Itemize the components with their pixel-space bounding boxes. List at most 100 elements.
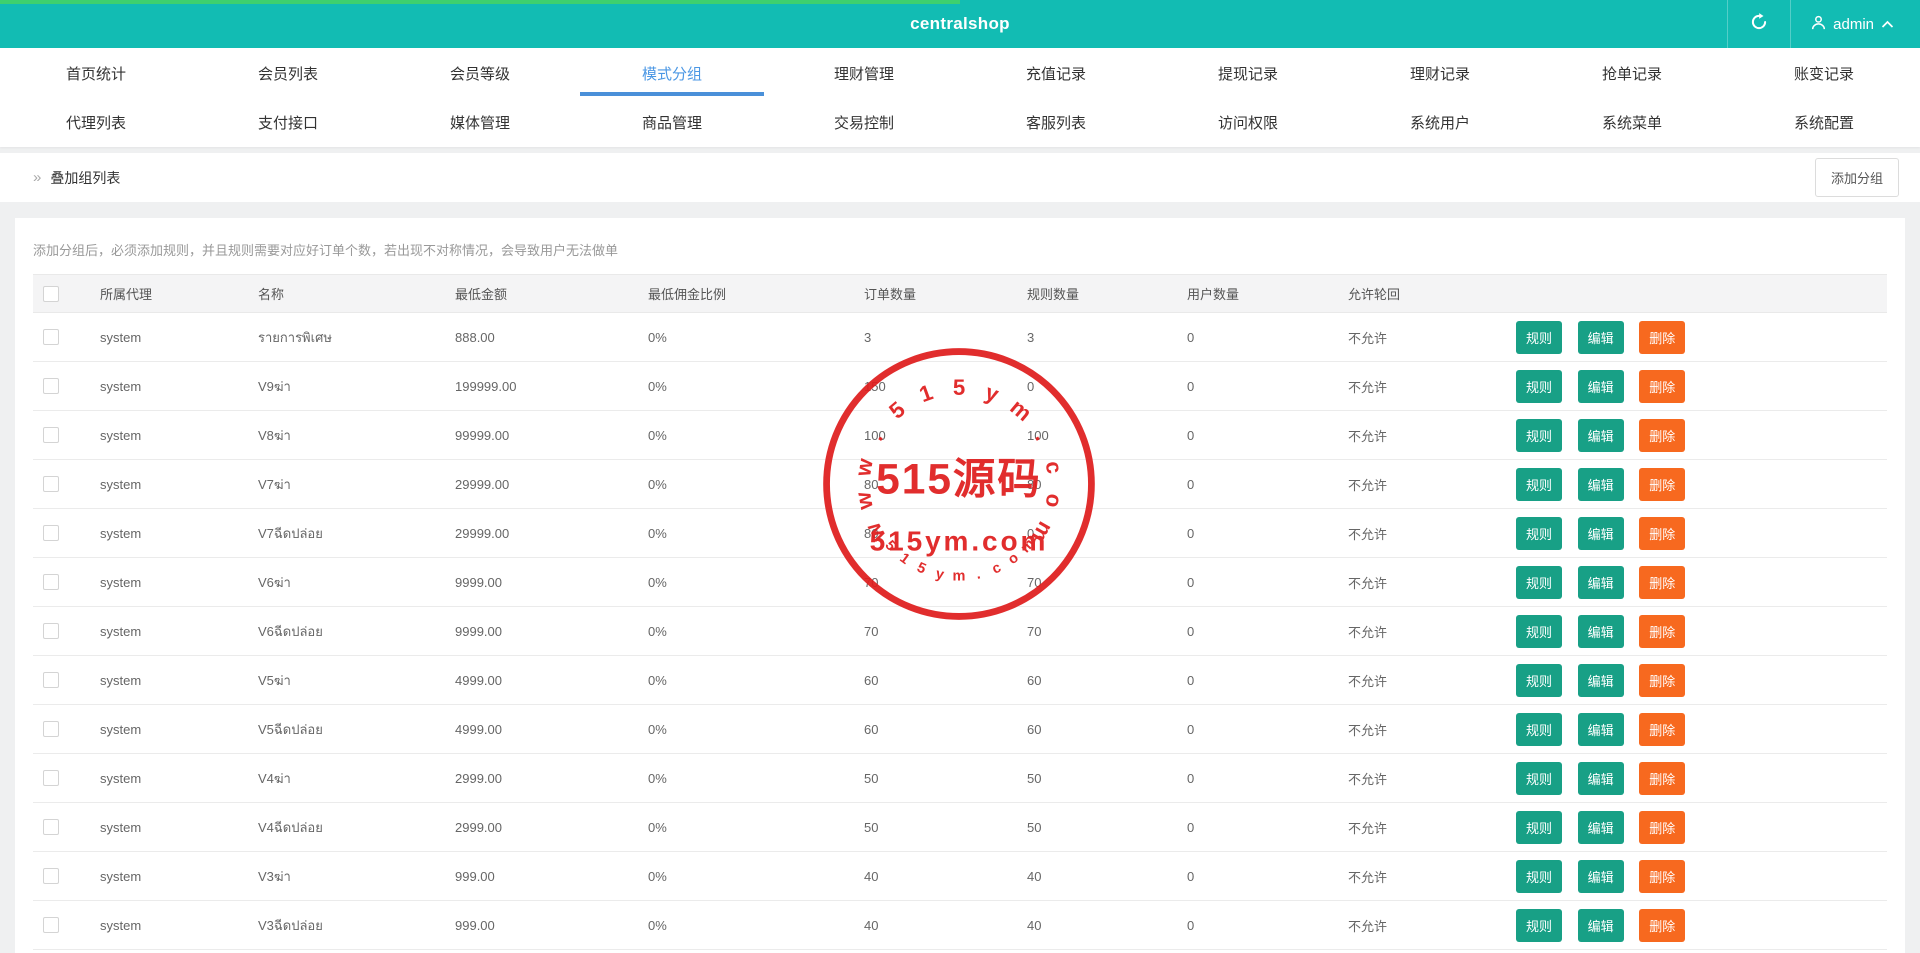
select-all-checkbox[interactable] [43,286,59,302]
cell-allow-cycle: 不允许 [1347,411,1504,460]
nav-item[interactable]: 会员等级 [384,48,576,98]
nav-item[interactable]: 充值记录 [960,48,1152,98]
delete-button[interactable]: 删除 [1639,566,1685,599]
edit-button[interactable]: 编辑 [1578,517,1624,550]
add-group-button[interactable]: 添加分组 [1815,158,1899,197]
row-checkbox[interactable] [43,525,59,541]
rule-button[interactable]: 规则 [1516,566,1562,599]
edit-button[interactable]: 编辑 [1578,566,1624,599]
rule-button[interactable]: 规则 [1516,664,1562,697]
edit-button[interactable]: 编辑 [1578,762,1624,795]
rule-button[interactable]: 规则 [1516,370,1562,403]
row-checkbox[interactable] [43,623,59,639]
cell-min-amount: 29999.00 [454,460,647,509]
row-checkbox[interactable] [43,574,59,590]
nav-item[interactable]: 系统配置 [1728,98,1920,147]
row-checkbox[interactable] [43,770,59,786]
table-row: system V5ฉีดปล่อย 4999.00 0% 60 60 0 不允许… [33,705,1887,754]
rule-button[interactable]: 规则 [1516,811,1562,844]
user-menu[interactable]: admin [1791,0,1920,48]
nav-item[interactable]: 系统用户 [1344,98,1536,147]
edit-button[interactable]: 编辑 [1578,419,1624,452]
delete-button[interactable]: 删除 [1639,713,1685,746]
nav-item[interactable]: 交易控制 [768,98,960,147]
rule-button[interactable]: 规则 [1516,762,1562,795]
delete-button[interactable]: 删除 [1639,468,1685,501]
cell-rule-count: 50 [1026,754,1186,803]
nav-item-label: 理财管理 [834,63,894,84]
nav-item[interactable]: 理财管理 [768,48,960,98]
cell-user-count: 0 [1186,558,1347,607]
cell-agent: system [99,705,257,754]
cell-order-count: 40 [863,852,1026,901]
edit-button[interactable]: 编辑 [1578,321,1624,354]
edit-button[interactable]: 编辑 [1578,860,1624,893]
cell-user-count: 0 [1186,411,1347,460]
edit-button[interactable]: 编辑 [1578,468,1624,501]
row-checkbox[interactable] [43,868,59,884]
row-checkbox[interactable] [43,476,59,492]
delete-button[interactable]: 删除 [1639,811,1685,844]
rule-button[interactable]: 规则 [1516,468,1562,501]
nav-item[interactable]: 提现记录 [1152,48,1344,98]
delete-button[interactable]: 删除 [1639,419,1685,452]
nav-item[interactable]: 代理列表 [0,98,192,147]
nav-item[interactable]: 媒体管理 [384,98,576,147]
rule-button[interactable]: 规则 [1516,713,1562,746]
header-checkbox-cell [33,275,99,313]
cell-order-count: 150 [863,362,1026,411]
cell-min-amount: 2999.00 [454,803,647,852]
nav-item[interactable]: 访问权限 [1152,98,1344,147]
header-cell: 用户数量 [1186,275,1347,313]
nav-item[interactable]: 支付接口 [192,98,384,147]
rule-button[interactable]: 规则 [1516,419,1562,452]
row-checkbox[interactable] [43,721,59,737]
cell-name: V6ฆ่า [257,558,454,607]
rule-button[interactable]: 规则 [1516,615,1562,648]
rule-button[interactable]: 规则 [1516,860,1562,893]
edit-button[interactable]: 编辑 [1578,909,1624,942]
refresh-button[interactable] [1728,0,1790,48]
nav-item[interactable]: 账变记录 [1728,48,1920,98]
edit-button[interactable]: 编辑 [1578,713,1624,746]
delete-button[interactable]: 删除 [1639,909,1685,942]
nav-item[interactable]: 商品管理 [576,98,768,147]
table-row: system V4ฆ่า 2999.00 0% 50 50 0 不允许 规则 编… [33,754,1887,803]
rule-button[interactable]: 规则 [1516,517,1562,550]
delete-button[interactable]: 删除 [1639,517,1685,550]
rule-button[interactable]: 规则 [1516,321,1562,354]
delete-button[interactable]: 删除 [1639,370,1685,403]
nav-item[interactable]: 理财记录 [1344,48,1536,98]
edit-button[interactable]: 编辑 [1578,664,1624,697]
cell-order-count: 3 [863,313,1026,362]
nav-item[interactable]: 抢单记录 [1536,48,1728,98]
row-checkbox[interactable] [43,819,59,835]
header-cell: 所属代理 [99,275,257,313]
row-checkbox[interactable] [43,378,59,394]
edit-button[interactable]: 编辑 [1578,370,1624,403]
cell-min-commission: 0% [647,362,863,411]
delete-button[interactable]: 删除 [1639,860,1685,893]
header-cell: 规则数量 [1026,275,1186,313]
table-row: system V3ฉีดปล่อย 999.00 0% 40 40 0 不允许 … [33,901,1887,950]
row-checkbox[interactable] [43,427,59,443]
edit-button[interactable]: 编辑 [1578,615,1624,648]
delete-button[interactable]: 删除 [1639,664,1685,697]
nav-item[interactable]: 客服列表 [960,98,1152,147]
row-checkbox[interactable] [43,329,59,345]
delete-button[interactable]: 删除 [1639,615,1685,648]
nav-item-label: 媒体管理 [450,112,510,133]
nav-item[interactable]: 会员列表 [192,48,384,98]
nav-item[interactable]: 系统菜单 [1536,98,1728,147]
cell-min-amount: 888.00 [454,313,647,362]
row-checkbox[interactable] [43,672,59,688]
nav-item[interactable]: 首页统计 [0,48,192,98]
row-checkbox[interactable] [43,917,59,933]
nav-item-label: 账变记录 [1794,63,1854,84]
edit-button[interactable]: 编辑 [1578,811,1624,844]
delete-button[interactable]: 删除 [1639,762,1685,795]
cell-min-amount: 9999.00 [454,558,647,607]
nav-item[interactable]: 模式分组 [576,48,768,98]
delete-button[interactable]: 删除 [1639,321,1685,354]
rule-button[interactable]: 规则 [1516,909,1562,942]
